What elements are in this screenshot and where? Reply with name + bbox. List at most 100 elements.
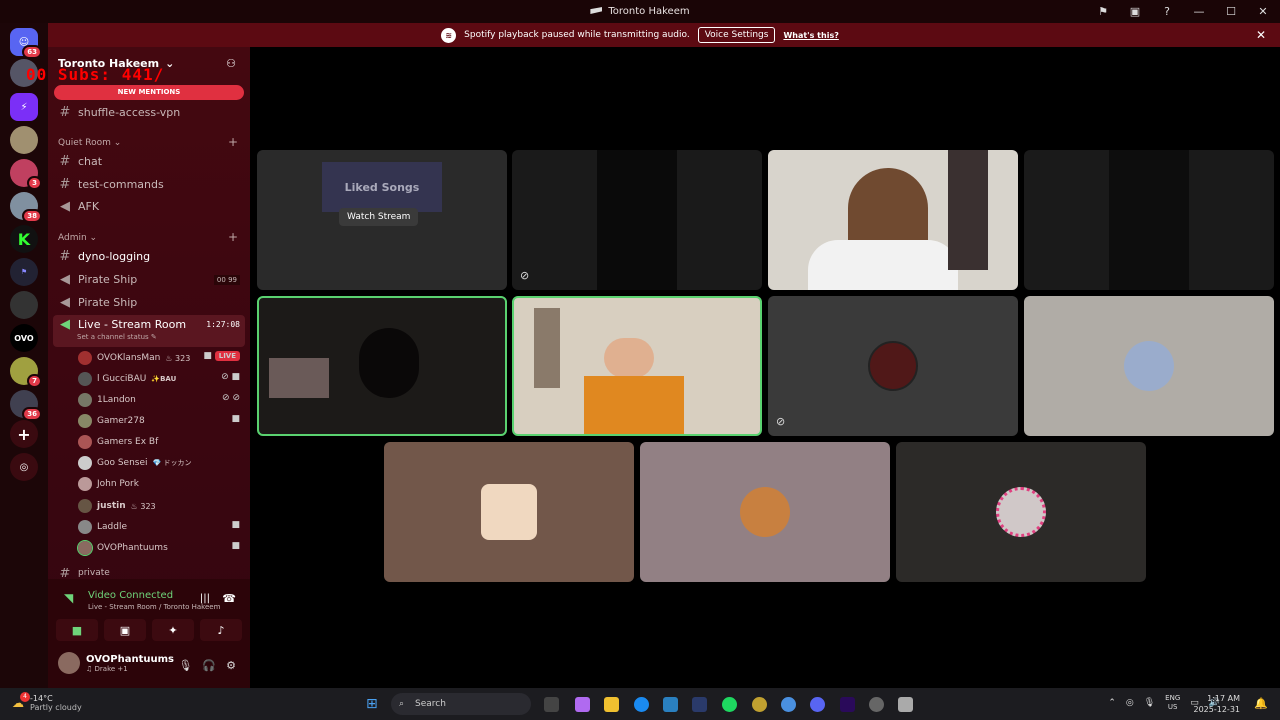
server-badge: 38 [22, 209, 42, 223]
user-tag: ♨ 323 [165, 353, 191, 363]
disconnect-icon[interactable]: ☎ [222, 592, 236, 605]
channel-pirate-ship-2[interactable]: ◀ Pirate Ship [58, 295, 137, 310]
camera-icon: ■ [231, 414, 240, 424]
server-icon[interactable]: 36 [10, 390, 42, 421]
channel-live-stream-room[interactable]: ◀ Live - Stream Room 1:27:08 [58, 317, 240, 332]
signal-icon[interactable]: ◥ [64, 591, 73, 605]
voice-location[interactable]: Live - Stream Room / Toronto Hakeem [88, 603, 220, 611]
voice-user[interactable]: OVOKlansMan ♨ 323 [78, 351, 190, 365]
network-icon[interactable]: ◎ [1126, 698, 1134, 708]
server-icon[interactable]: 3 [10, 159, 42, 190]
inbox-icon[interactable]: ▣ [1126, 5, 1144, 18]
add-channel-icon[interactable]: + [228, 230, 238, 244]
server-icon[interactable] [10, 126, 38, 154]
user-limit: 99 [228, 275, 237, 284]
gear-icon[interactable]: ⚙ [226, 659, 236, 672]
voice-user[interactable]: Goo Sensei 💎 ドッカン [78, 456, 191, 470]
category-private[interactable]: # private [58, 568, 110, 578]
app-icon[interactable] [898, 697, 913, 712]
channel-test-commands[interactable]: # test-commands [58, 177, 164, 192]
voice-user[interactable]: John Pork [78, 477, 139, 491]
category-quiet-room[interactable]: Quiet Room ⌄ [58, 138, 121, 148]
category-admin[interactable]: Admin ⌄ [58, 233, 97, 243]
server-icon[interactable]: ⚡ [10, 93, 38, 121]
video-tile[interactable]: ⊘ [512, 150, 762, 290]
whats-this-link[interactable]: What's this? [783, 31, 838, 40]
search-placeholder: Search [415, 699, 446, 709]
video-tile-speaking[interactable] [257, 296, 507, 436]
new-mentions-pill[interactable]: NEW MENTIONS [54, 85, 244, 100]
voice-user[interactable]: OVOPhantuums [77, 540, 168, 556]
language-indicator[interactable]: ENG US [1165, 694, 1180, 712]
add-channel-icon[interactable]: + [228, 135, 238, 149]
kick-server-icon[interactable]: K [10, 225, 38, 253]
user-area[interactable]: OVOPhantuums ♫ Drake +1 [58, 652, 174, 674]
avatar-tile[interactable] [1024, 296, 1274, 436]
chevron-up-icon[interactable]: ⌃ [1108, 698, 1116, 708]
video-tile-speaking[interactable] [512, 296, 762, 436]
discover-icon[interactable]: ◎ [10, 453, 38, 481]
microphone-tray-icon[interactable]: 🎙 [1144, 698, 1155, 708]
premiere-icon[interactable] [840, 697, 855, 712]
app-icon[interactable] [752, 697, 767, 712]
clock[interactable]: 1:17 AM 2025-12-31 [1194, 693, 1241, 715]
task-view-icon[interactable] [544, 697, 559, 712]
edge-icon[interactable] [634, 697, 649, 712]
notepad-icon[interactable] [663, 697, 678, 712]
video-tile[interactable] [768, 150, 1018, 290]
activities-button[interactable]: ✦ [152, 619, 194, 641]
notifications-icon[interactable]: 🔔 [1254, 697, 1268, 710]
maximize-button[interactable]: ☐ [1222, 5, 1240, 18]
weather-widget[interactable]: -14°C Partly cloudy [30, 694, 82, 712]
watch-stream-button[interactable]: Watch Stream [339, 208, 419, 226]
video-tile[interactable] [1024, 150, 1274, 290]
voice-user[interactable]: l GucciBAU ✨BAU [78, 372, 176, 386]
server-icon[interactable]: 38 [10, 192, 42, 223]
soundboard-button[interactable]: ♪ [200, 619, 242, 641]
stream-tile[interactable]: Liked Songs Watch Stream [257, 150, 507, 290]
discord-taskbar-icon[interactable] [810, 697, 825, 712]
avatar-tile[interactable]: ⊘ [768, 296, 1018, 436]
obs-icon[interactable] [869, 697, 884, 712]
share-screen-button[interactable]: ▣ [104, 619, 146, 641]
server-icon[interactable]: ⚑ [10, 258, 38, 286]
avatar-tile[interactable] [384, 442, 634, 582]
voice-user[interactable]: Laddle [78, 520, 127, 534]
channel-afk[interactable]: ◀ AFK [58, 199, 99, 214]
windows-start-icon[interactable]: ⊞ [366, 696, 378, 712]
voice-settings-button[interactable]: Voice Settings [697, 27, 776, 43]
ovo-server-icon[interactable]: OVO [10, 324, 38, 352]
add-friend-icon[interactable]: ⚇ [226, 57, 236, 70]
help-icon[interactable]: ? [1158, 5, 1176, 18]
close-banner-icon[interactable]: ✕ [1256, 28, 1266, 42]
muted-deafened-icons: ⊘ ⊘ [222, 393, 240, 403]
avatar-tile[interactable] [896, 442, 1146, 582]
voice-user[interactable]: justin ♨ 323 [78, 499, 156, 513]
add-server-icon[interactable]: + [10, 420, 38, 448]
taskbar-search[interactable]: ⌕ Search [391, 693, 531, 715]
channel-dyno-logging[interactable]: # dyno-logging [58, 249, 151, 264]
voice-user[interactable]: Gamers Ex Bf [78, 435, 158, 449]
voice-user[interactable]: Gamer278 [78, 414, 145, 428]
voice-user[interactable]: 1Landon [78, 393, 136, 407]
close-window-button[interactable]: ✕ [1254, 5, 1272, 18]
app-icon[interactable] [692, 697, 707, 712]
avatar-tile[interactable] [640, 442, 890, 582]
copilot-icon[interactable] [575, 697, 590, 712]
noise-suppression-icon[interactable]: ||| [200, 593, 210, 604]
channel-shuffle-access-vpn[interactable]: # shuffle-access-vpn [58, 105, 181, 120]
spotify-taskbar-icon[interactable] [722, 697, 737, 712]
chrome-icon[interactable] [781, 697, 796, 712]
server-icon[interactable]: 7 [10, 357, 42, 388]
headphones-icon[interactable]: 🎧 [202, 659, 216, 672]
channel-pirate-ship[interactable]: ◀ Pirate Ship 00 99 [58, 272, 240, 287]
channel-chat[interactable]: # chat [58, 154, 103, 169]
channel-status-prompt[interactable]: Set a channel status ✎ [77, 333, 157, 341]
camera-button[interactable]: ■ [56, 619, 98, 641]
minimize-button[interactable]: — [1190, 5, 1208, 18]
flag-icon[interactable]: ⚑ [1094, 5, 1112, 18]
home-discord-icon[interactable]: ☺ 63 [10, 28, 42, 59]
microphone-icon[interactable]: 🎙 [178, 659, 192, 672]
server-icon[interactable] [10, 291, 38, 319]
file-explorer-icon[interactable] [604, 697, 619, 712]
